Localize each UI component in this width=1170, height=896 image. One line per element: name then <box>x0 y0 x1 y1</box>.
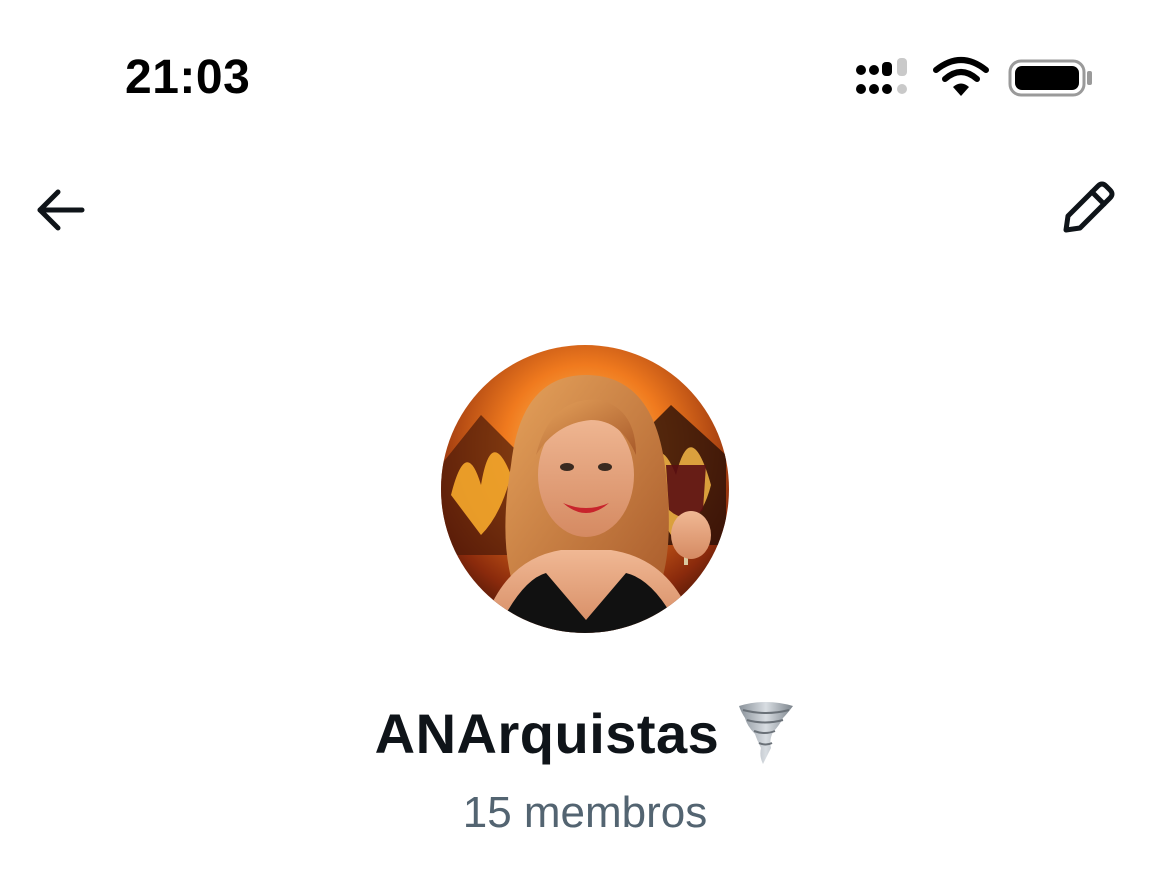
member-count[interactable]: 15 membros <box>0 788 1170 838</box>
back-button[interactable] <box>28 180 92 240</box>
group-name: ANArquistas <box>374 701 720 765</box>
tornado-icon <box>739 702 794 764</box>
arrow-left-icon <box>37 189 85 231</box>
battery-icon <box>1008 59 1092 97</box>
status-time: 21:03 <box>125 51 251 104</box>
group-name-row: ANArquistas <box>0 700 1170 766</box>
wifi-icon <box>933 57 989 96</box>
nav-bar <box>0 150 1170 270</box>
status-bar: 21:03 <box>0 0 1170 150</box>
group-avatar[interactable] <box>441 345 729 633</box>
edit-button[interactable] <box>1052 174 1122 244</box>
pencil-icon <box>1063 181 1115 233</box>
cellular-signal-icon <box>856 58 907 94</box>
